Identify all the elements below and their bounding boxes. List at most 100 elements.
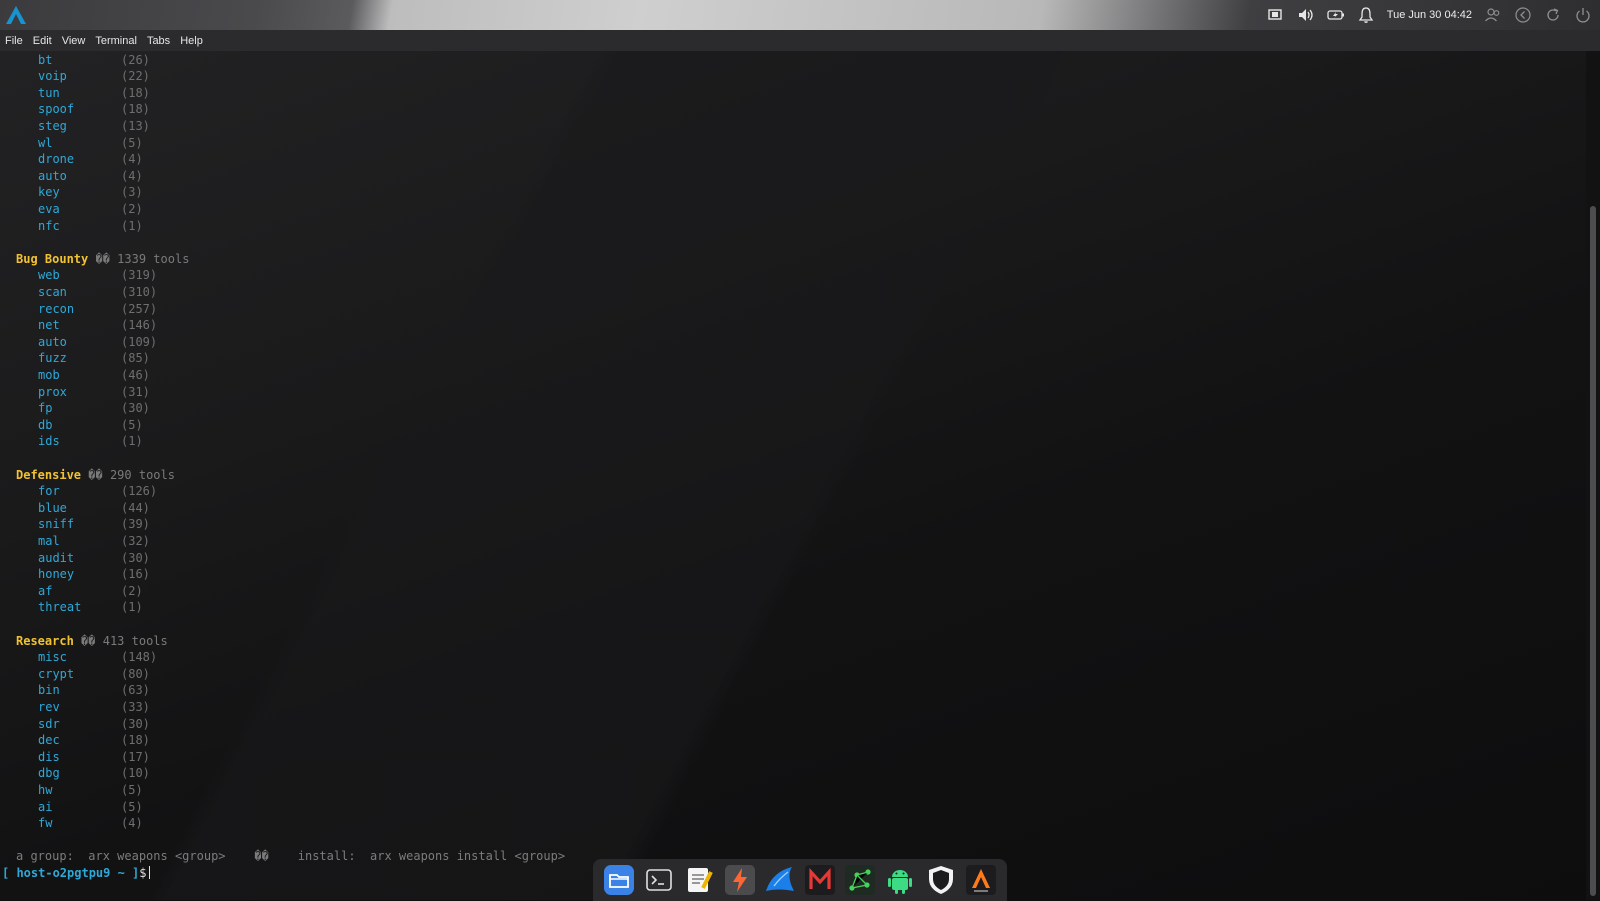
screen-icon[interactable] — [1267, 6, 1285, 24]
tool-row: bt (26) — [0, 52, 300, 68]
back-icon[interactable] — [1514, 6, 1532, 24]
tool-count: (4) — [121, 169, 143, 183]
tool-count: (5) — [121, 136, 143, 150]
tool-row: scan (310) — [0, 284, 300, 300]
tool-row: for (126) — [0, 483, 300, 499]
power-icon[interactable] — [1574, 6, 1592, 24]
metasploit-icon[interactable] — [803, 863, 837, 897]
tool-name: hw — [38, 783, 53, 797]
tool-name: dec — [38, 733, 60, 747]
tool-row: auto (109) — [0, 334, 300, 350]
category-title: Defensive �� 290 tools — [16, 467, 175, 483]
volume-icon[interactable] — [1297, 6, 1315, 24]
tool-name: fw — [38, 816, 53, 830]
tool-row: sniff (39) — [0, 516, 300, 532]
category-name: Research — [16, 634, 74, 648]
tool-count: (5) — [121, 783, 143, 797]
menu-terminal[interactable]: Terminal — [90, 35, 142, 47]
tool-name: wl — [38, 136, 53, 150]
top-panel: Tue Jun 30 04:42 — [0, 0, 1600, 30]
tool-row: fuzz (85) — [0, 350, 300, 366]
usage-hint: a group: arx weapons <group> �� install:… — [16, 849, 566, 863]
tool-name: fp — [38, 401, 53, 415]
refresh-icon[interactable] — [1544, 6, 1562, 24]
tool-row: nfc (1) — [0, 218, 300, 234]
tool-count: (33) — [121, 700, 150, 714]
text-cursor — [148, 866, 150, 879]
tool-count: (1) — [121, 219, 143, 233]
text-editor-icon[interactable] — [682, 863, 716, 897]
shield-icon[interactable] — [924, 863, 958, 897]
clock[interactable]: Tue Jun 30 04:42 — [1387, 9, 1472, 21]
android-icon[interactable] — [883, 863, 917, 897]
tool-count: (4) — [121, 816, 143, 830]
tool-row: crypt (80) — [0, 666, 300, 682]
tool-count: (63) — [121, 683, 150, 697]
tool-name: tun — [38, 86, 60, 100]
tool-count: (1) — [121, 600, 143, 614]
menu-edit[interactable]: Edit — [28, 35, 57, 47]
system-tray: Tue Jun 30 04:42 — [1267, 0, 1592, 30]
tool-name: audit — [38, 551, 75, 565]
tool-name: eva — [38, 202, 60, 216]
wireshark-icon[interactable] — [763, 863, 797, 897]
bell-icon[interactable] — [1357, 6, 1375, 24]
tool-name: key — [38, 185, 60, 199]
tool-row: steg (13) — [0, 118, 300, 134]
tool-row: threat (1) — [0, 599, 300, 615]
tool-name: scan — [38, 285, 67, 299]
file-manager-icon[interactable] — [602, 863, 636, 897]
tool-name: ai — [38, 800, 53, 814]
scrollbar[interactable] — [1586, 51, 1600, 900]
tool-row: prox (31) — [0, 384, 300, 400]
maltego-icon[interactable] — [843, 863, 877, 897]
tool-count: (26) — [121, 53, 150, 67]
tool-row: blue (44) — [0, 500, 300, 516]
tool-name: sdr — [38, 717, 60, 731]
tool-count: (13) — [121, 119, 150, 133]
menu-tabs[interactable]: Tabs — [142, 35, 175, 47]
battery-icon[interactable] — [1327, 6, 1345, 24]
category-name: Bug Bounty — [16, 252, 89, 266]
tool-name: dbg — [38, 766, 60, 780]
tool-row: dbg (10) — [0, 765, 300, 781]
tool-count: (2) — [121, 584, 143, 598]
menu-view[interactable]: View — [57, 35, 91, 47]
arch-app-icon[interactable] — [964, 863, 998, 897]
category-title: Bug Bounty �� 1339 tools — [16, 251, 189, 267]
tool-row: eva (2) — [0, 201, 300, 217]
tool-row: ids (1) — [0, 433, 300, 449]
tool-name: rev — [38, 700, 60, 714]
scrollbar-thumb[interactable] — [1590, 206, 1596, 896]
terminal-output[interactable]: bt (26) voip (22) tun (18) spoof (18) steg (13) wl… — [0, 51, 1585, 900]
tool-count: (310) — [121, 285, 158, 299]
tool-count: (257) — [121, 302, 158, 316]
tool-row: recon (257) — [0, 301, 300, 317]
shell-prompt[interactable]: [ host-o2pgtpu9 ~ ]$ — [2, 865, 150, 881]
tool-name: threat — [38, 600, 82, 614]
users-icon[interactable] — [1484, 6, 1502, 24]
arch-logo-icon[interactable] — [6, 6, 26, 24]
tool-count: (18) — [121, 86, 150, 100]
tool-name: nfc — [38, 219, 60, 233]
terminal-icon[interactable] — [642, 863, 676, 897]
tool-count: (1) — [121, 434, 143, 448]
tool-count: (3) — [121, 185, 143, 199]
tool-row: net (146) — [0, 317, 300, 333]
menu-file[interactable]: File — [0, 35, 28, 47]
tool-count: (319) — [121, 268, 158, 282]
tool-name: crypt — [38, 667, 75, 681]
category-separator: �� — [88, 468, 103, 482]
tool-name: mob — [38, 368, 60, 382]
tool-name: ids — [38, 434, 60, 448]
tool-row: audit (30) — [0, 550, 300, 566]
tool-name: net — [38, 318, 60, 332]
dock — [593, 859, 1007, 901]
tool-count: (5) — [121, 800, 143, 814]
tool-row: fp (30) — [0, 400, 300, 416]
tool-count: (126) — [121, 484, 158, 498]
menu-help[interactable]: Help — [175, 35, 208, 47]
tool-name: web — [38, 268, 60, 282]
tool-row: bin (63) — [0, 682, 300, 698]
burp-suite-icon[interactable] — [723, 863, 757, 897]
